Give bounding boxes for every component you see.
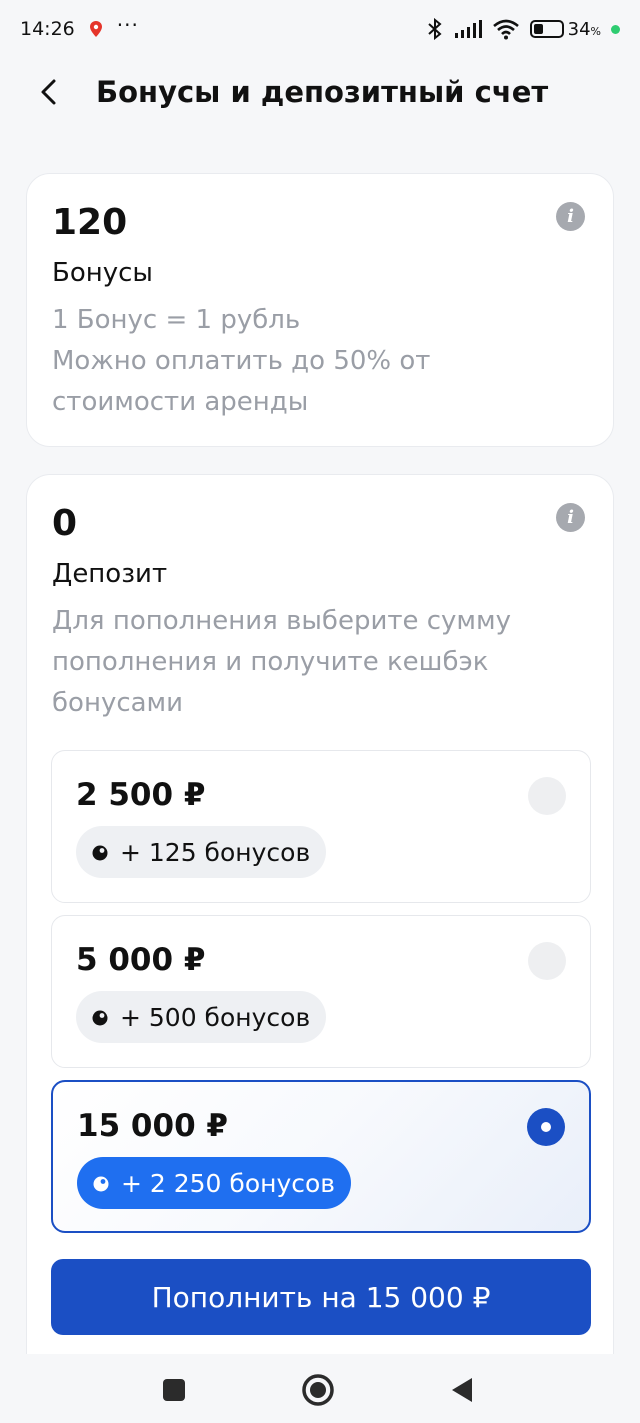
header: Бонусы и депозитный счет: [0, 58, 640, 126]
top-up-button[interactable]: Пополнить на 15 000 ₽: [51, 1259, 591, 1335]
bonus-chip: + 125 бонусов: [76, 826, 327, 878]
option-amount: 2 500 ₽: [76, 777, 206, 813]
deposit-option-5000[interactable]: 5 000 ₽ + 500 бонусов: [51, 915, 591, 1068]
bonus-chip-label: + 500 бонусов: [120, 1002, 311, 1032]
info-icon[interactable]: i: [556, 503, 585, 532]
option-radio[interactable]: [528, 777, 566, 815]
bonus-rate: 1 Бонус = 1 рубль: [52, 305, 301, 335]
wifi-icon: [492, 19, 519, 40]
bonus-card: 120 i Бонусы 1 Бонус = 1 рубль Можно опл…: [26, 173, 614, 447]
recents-button[interactable]: [152, 1368, 196, 1412]
status-bar: 14:26 ··· 34%: [0, 0, 640, 58]
deposit-value: 0: [52, 503, 78, 544]
system-back-button[interactable]: [440, 1368, 484, 1412]
privacy-dot-icon: [611, 24, 620, 34]
option-radio-checked[interactable]: [527, 1108, 565, 1146]
page-title: Бонусы и депозитный счет: [96, 75, 549, 109]
bonus-chip-label: + 2 250 бонусов: [121, 1168, 336, 1198]
deposit-option-2500[interactable]: 2 500 ₽ + 125 бонусов: [51, 750, 591, 903]
battery-icon: [529, 20, 564, 38]
bonus-usage-desc: Можно оплатить до 50% от стоимости аренд…: [52, 346, 431, 417]
coin-icon: [93, 1176, 109, 1192]
bonus-label: Бонусы: [52, 258, 153, 288]
status-time: 14:26: [20, 18, 75, 40]
signal-icon: [454, 20, 482, 38]
location-pin-icon: [89, 21, 102, 37]
coin-icon: [92, 1010, 108, 1026]
bonus-value: 120: [52, 202, 128, 243]
status-right: 34%: [426, 18, 620, 40]
back-button[interactable]: [26, 70, 70, 114]
battery-indicator: 34%: [529, 18, 601, 40]
bonus-chip: + 500 бонусов: [76, 991, 327, 1043]
coin-icon: [92, 845, 108, 861]
option-radio[interactable]: [528, 942, 566, 980]
option-amount: 5 000 ₽: [76, 942, 206, 978]
square-icon: [163, 1379, 185, 1401]
option-amount: 15 000 ₽: [77, 1108, 229, 1144]
bonus-chip-label: + 125 бонусов: [120, 837, 311, 867]
more-notifications-icon: ···: [116, 13, 139, 37]
home-button[interactable]: [296, 1368, 340, 1412]
arrow-left-icon: [41, 79, 56, 105]
deposit-label: Депозит: [52, 559, 168, 589]
system-nav-bar: [0, 1354, 640, 1423]
deposit-card: 0 i Депозит Для пополнения выберите сумм…: [26, 474, 614, 1354]
deposit-option-15000[interactable]: 15 000 ₽ + 2 250 бонусов: [51, 1080, 591, 1233]
deposit-desc: Для пополнения выберите сумму пополнения…: [52, 606, 512, 718]
bluetooth-icon: [427, 18, 442, 40]
battery-unit: %: [590, 24, 601, 38]
battery-percent: 34: [567, 18, 591, 40]
bonus-chip-active: + 2 250 бонусов: [77, 1157, 352, 1209]
home-circle-icon: [302, 1374, 334, 1406]
info-icon[interactable]: i: [556, 202, 585, 231]
triangle-back-icon: [452, 1378, 472, 1402]
status-left: 14:26 ···: [20, 13, 139, 40]
